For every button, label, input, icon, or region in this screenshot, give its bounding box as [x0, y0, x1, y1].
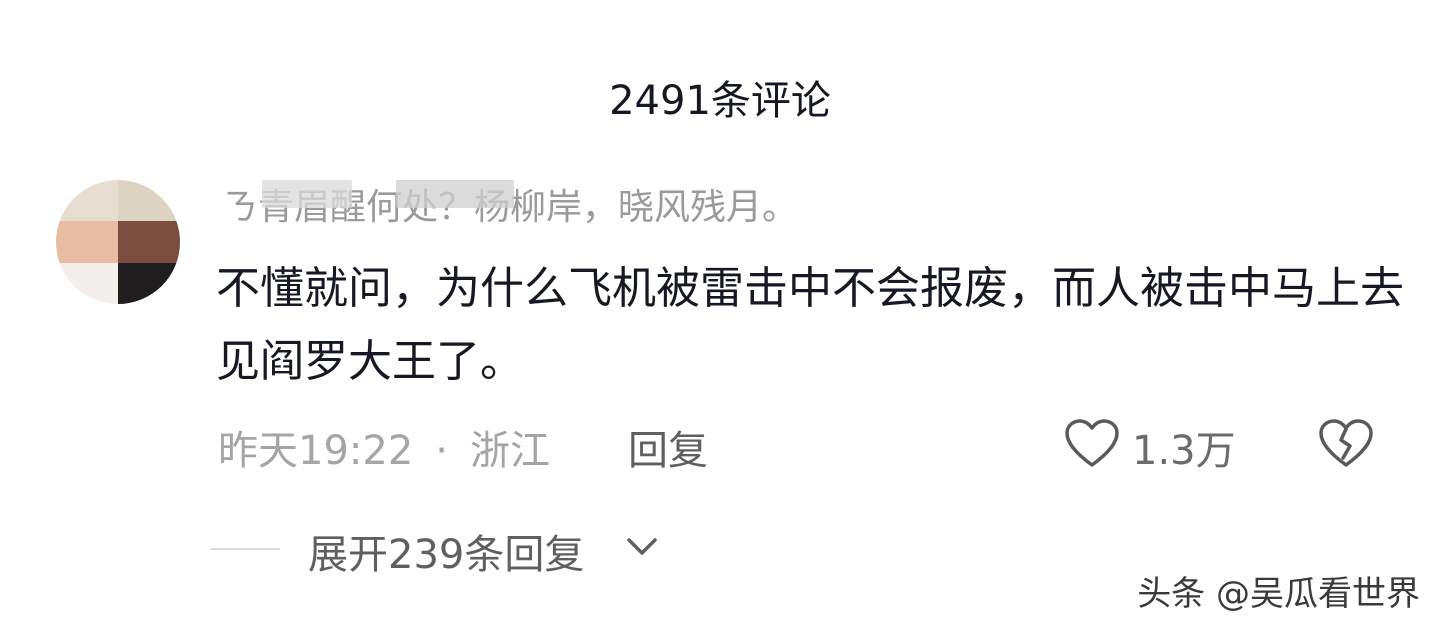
avatar-pixel [118, 180, 180, 222]
avatar-pixel [118, 221, 180, 263]
avatar[interactable] [56, 180, 180, 304]
heart-icon[interactable] [1064, 418, 1120, 470]
comment-time: 昨天19:22 [218, 428, 414, 474]
avatar-pixel [56, 262, 118, 304]
avatar-pixel [56, 221, 118, 263]
avatar-pixel [118, 262, 180, 304]
reply-button[interactable]: 回复 [628, 418, 708, 476]
comment-meta: 昨天19:22 · 浙江 [218, 418, 550, 476]
watermark: 头条 @吴瓜看世界 [1137, 574, 1420, 614]
username-mosaic [396, 180, 514, 208]
comments-count-title: 2491条评论 [609, 78, 831, 124]
avatar-pixel [56, 180, 118, 222]
username-mosaic [262, 180, 352, 208]
replies-divider [210, 548, 280, 550]
broken-heart-icon[interactable] [1318, 418, 1374, 470]
like-count: 1.3万 [1132, 428, 1236, 474]
chevron-down-icon[interactable] [624, 532, 660, 560]
comment-text: 不懂就问，为什么飞机被雷击中不会报废，而人被击中马上去见阎罗大王了。 [216, 263, 1404, 387]
comment-location: 浙江 [470, 428, 550, 474]
expand-replies-button[interactable]: 展开239条回复 [308, 522, 584, 580]
meta-separator: · [435, 428, 448, 474]
